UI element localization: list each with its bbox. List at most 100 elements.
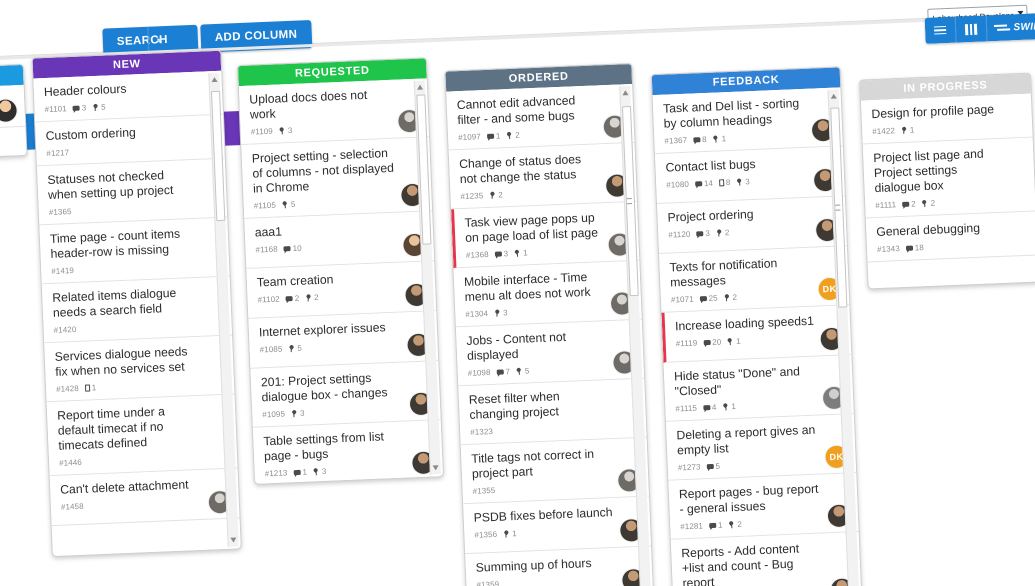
comment-badge: 25 <box>699 294 718 304</box>
pin-badge: 1 <box>514 248 528 258</box>
card-id: #1101 <box>44 104 67 115</box>
pin-badge: 2 <box>506 131 520 141</box>
kanban-card[interactable]: Contact list bugs #1080 14 8 3 <box>654 146 845 205</box>
kanban-column-feedback: FEEDBACK Task and Del list - sorting by c… <box>650 66 864 586</box>
kanban-card[interactable]: Related items dialogue needs a search fi… <box>41 276 233 344</box>
pin-icon <box>503 530 510 537</box>
kanban-card[interactable]: Time page - count items header-row is mi… <box>39 217 230 285</box>
card-id: #1368 <box>465 249 489 260</box>
comment-icon <box>496 369 504 375</box>
kanban-card[interactable]: Report time under a default timecat if n… <box>46 394 238 477</box>
kanban-card[interactable]: Texts for notification messages #1071 25 2 D… <box>659 246 850 313</box>
card-title: Report pages - bug report - general issu… <box>678 481 819 517</box>
kanban-card[interactable]: Statuses not checked when setting up pro… <box>36 158 228 226</box>
comment-count: 1 <box>302 467 308 477</box>
pin-badge: 3 <box>313 467 327 477</box>
card-title: Table settings from list page - bugs <box>263 429 385 464</box>
kanban-card[interactable]: Custom ordering #1217 <box>35 114 225 167</box>
kanban-card[interactable]: Increase loading speeds1 #1119 20 1 <box>661 305 852 363</box>
comment-badge: 4 <box>702 403 717 413</box>
card-id: #1097 <box>457 132 482 143</box>
kanban-card[interactable]: Project ordering #1120 3 2 <box>657 196 847 254</box>
pin-count: 1 <box>735 336 741 346</box>
scroll-up-icon[interactable] <box>416 84 424 90</box>
pin-badge: 2 <box>489 190 503 200</box>
pin-badge: 5 <box>92 103 106 113</box>
card-title: Header colours <box>43 81 127 100</box>
card-meta: #1109 3 <box>250 120 419 138</box>
card-meta: #1281 1 2 <box>680 514 849 532</box>
kanban-card[interactable]: optional <box>0 84 26 132</box>
card-id: #1304 <box>465 309 489 319</box>
pin-badge: 1 <box>712 134 726 144</box>
comment-badge: 3 <box>696 229 710 239</box>
kanban-card[interactable]: General debugging #1343 18 <box>865 211 1035 263</box>
kanban-card[interactable]: Reports - Add content +list and count - … <box>670 532 862 586</box>
pin-count: 3 <box>299 408 305 418</box>
pin-icon <box>712 135 719 142</box>
kanban-card[interactable]: 201: Project settings dialogue box - cha… <box>250 361 441 428</box>
comment-count: 10 <box>292 243 302 253</box>
kanban-card[interactable]: Deleting a report gives an empty list #12… <box>665 414 857 481</box>
kanban-card[interactable]: Jobs - Content not displayed #1098 7 5 <box>455 319 645 387</box>
scroll-down-icon[interactable] <box>432 465 439 471</box>
kanban-card[interactable]: Can't delete attachment #1458 <box>49 468 240 527</box>
comment-icon <box>699 295 707 302</box>
kanban-card[interactable]: Design for profile page #1422 1 <box>860 93 1033 145</box>
comment-icon <box>702 404 711 411</box>
card-title: Upload docs does not work <box>249 87 368 122</box>
scroll-up-icon[interactable] <box>622 90 629 96</box>
kanban-card[interactable]: Services dialogue needs fix when no serv… <box>44 335 235 403</box>
comment-badge: 3 <box>72 103 86 113</box>
card-meta: #1217 <box>46 141 215 159</box>
pin-count: 5 <box>297 343 303 353</box>
card-id: #1273 <box>677 462 701 473</box>
card-id: #1119 <box>675 338 698 349</box>
kanban-card[interactable]: Report pages - bug report - general issu… <box>668 473 859 540</box>
scroll-up-icon[interactable] <box>211 76 218 83</box>
comment-icon <box>706 463 714 470</box>
kanban-card[interactable]: Internet explorer issues #1085 5 <box>248 311 439 369</box>
kanban-card[interactable]: Mobile interface - Time menu alt does no… <box>453 260 642 328</box>
kanban-card[interactable]: Team creation #1102 2 2 <box>246 261 437 319</box>
kanban-card[interactable]: Header colours #1101 3 5 <box>33 70 223 123</box>
column-body: Header colours #1101 3 5 Custom ordering #121… <box>33 70 241 557</box>
scroll-up-icon[interactable] <box>830 93 837 99</box>
comment-icon <box>694 180 703 187</box>
card-title: Custom ordering <box>45 125 137 144</box>
kanban-card[interactable]: Upload docs does not work #1109 3 <box>238 78 430 146</box>
pin-badge: 1 <box>727 337 741 347</box>
card-meta: #1098 7 5 <box>468 361 635 379</box>
kanban-card[interactable]: Cannot edit advanced filter - and some b… <box>446 83 635 151</box>
comment-icon <box>283 245 291 252</box>
card-id: #1098 <box>467 367 491 378</box>
scroll-down-icon[interactable] <box>230 537 237 543</box>
kanban-card[interactable]: Task view page pops up on page load of l… <box>451 201 640 269</box>
kanban-card[interactable]: Summing up of hours #1359 <box>465 546 654 586</box>
kanban-card[interactable]: PSDB fixes before launch #1356 1 <box>463 496 652 555</box>
column-body-partial: optional <box>0 84 27 160</box>
pin-icon <box>313 468 320 475</box>
kanban-card[interactable]: Reset filter when changing project #1323 <box>458 378 647 446</box>
kanban-card[interactable]: Change of status does not change the sta… <box>448 142 637 210</box>
kanban-card[interactable]: Table settings from list page - bugs #121… <box>252 420 443 484</box>
comment-badge: 1 <box>486 131 500 141</box>
card-meta: #1085 5 <box>259 338 428 356</box>
card-meta: #1446 <box>59 451 228 469</box>
card-title: Increase loading speeds1 <box>674 313 815 334</box>
card-title: Related items dialogue needs a search fi… <box>52 285 177 320</box>
kanban-card[interactable]: Project setting - selection of columns -… <box>241 137 433 219</box>
kanban-card[interactable]: aaa1 #1168 10 <box>244 211 435 269</box>
kanban-card[interactable]: Task and Del list - sorting by column he… <box>652 87 843 155</box>
pin-icon <box>716 229 723 236</box>
card-meta: #1365 <box>49 200 218 218</box>
kanban-card[interactable]: Hide status "Done" and "Closed" #1115 4 1 <box>663 355 854 422</box>
pin-count: 2 <box>737 519 743 529</box>
card-title: Task view page pops up on page load of l… <box>464 210 599 245</box>
kanban-card[interactable]: Title tags not correct in project part #1… <box>460 437 649 505</box>
kanban-card[interactable]: Project list page and Project settings d… <box>862 137 1035 219</box>
card-meta: #1097 1 2 <box>458 125 625 143</box>
card-meta: #1119 20 1 <box>676 332 842 350</box>
kanban-column-partial: optional <box>0 63 28 161</box>
card-meta: #1458 <box>61 495 230 513</box>
